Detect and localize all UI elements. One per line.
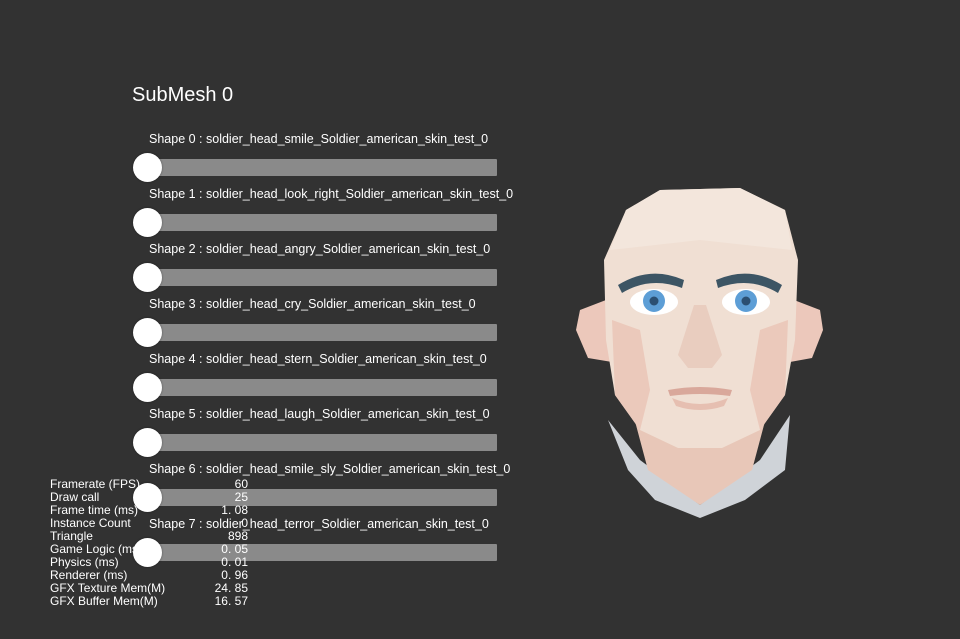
- stat-row: GFX Buffer Mem(M) 16. 57: [50, 595, 250, 608]
- shape-slider[interactable]: [133, 208, 497, 237]
- shape-slider[interactable]: [133, 153, 497, 182]
- shape-row-1: Shape 1 : soldier_head_look_right_Soldie…: [132, 187, 513, 242]
- slider-thumb[interactable]: [133, 263, 162, 292]
- stats-overlay: Framerate (FPS) 60 Draw call 25 Frame time…: [50, 478, 250, 608]
- shape-label: Shape 3 : soldier_head_cry_Soldier_ameri…: [149, 297, 476, 311]
- slider-thumb[interactable]: [133, 153, 162, 182]
- soldier-head-model: [576, 188, 823, 518]
- left-pupil: [649, 296, 659, 306]
- shape-slider[interactable]: [133, 318, 497, 347]
- shape-slider[interactable]: [133, 428, 497, 457]
- shape-row-5: Shape 5 : soldier_head_laugh_Soldier_ame…: [132, 407, 500, 462]
- shape-label: Shape 0 : soldier_head_smile_Soldier_ame…: [149, 132, 489, 146]
- slider-thumb[interactable]: [133, 208, 162, 237]
- shape-label: Shape 1 : soldier_head_look_right_Soldie…: [149, 187, 514, 201]
- shape-label: Shape 2 : soldier_head_angry_Soldier_ame…: [149, 242, 491, 256]
- slider-thumb[interactable]: [133, 428, 162, 457]
- shape-label: Shape 6 : soldier_head_smile_sly_Soldier…: [149, 462, 511, 476]
- shape-label: Shape 5 : soldier_head_laugh_Soldier_ame…: [149, 407, 490, 421]
- stat-label: GFX Buffer Mem(M): [50, 594, 158, 608]
- slider-thumb[interactable]: [133, 373, 162, 402]
- stat-value: 16. 57: [214, 594, 248, 608]
- 3d-viewport[interactable]: [560, 170, 840, 530]
- shape-row-3: Shape 3 : soldier_head_cry_Soldier_ameri…: [132, 297, 500, 352]
- submesh-title: SubMesh 0: [132, 84, 234, 106]
- shape-row-4: Shape 4 : soldier_head_stern_Soldier_ame…: [132, 352, 500, 407]
- shape-row-2: Shape 2 : soldier_head_angry_Soldier_ame…: [132, 242, 500, 297]
- shape-label: Shape 4 : soldier_head_stern_Soldier_ame…: [149, 352, 487, 366]
- right-pupil: [741, 296, 751, 306]
- shape-slider[interactable]: [133, 373, 497, 402]
- slider-thumb[interactable]: [133, 318, 162, 347]
- shape-row-0: Shape 0 : soldier_head_smile_Soldier_ame…: [132, 132, 500, 187]
- shape-slider[interactable]: [133, 263, 497, 292]
